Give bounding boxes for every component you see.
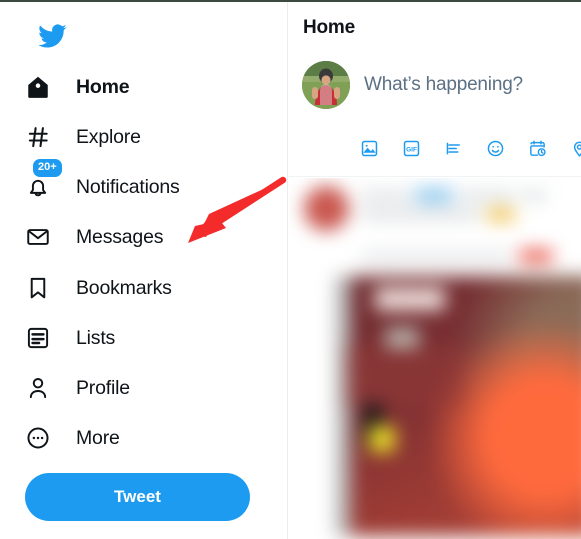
sidebar-item-label: Explore: [76, 125, 141, 148]
gif-icon[interactable]: GIF: [401, 138, 421, 158]
tweet-text-input[interactable]: What’s happening?: [364, 74, 523, 96]
location-icon[interactable]: [569, 138, 581, 158]
twitter-app-window: Home Explore 20+ Notifications Messages …: [0, 0, 581, 539]
list-icon: [22, 322, 54, 354]
sidebar-item-more[interactable]: More: [22, 416, 120, 460]
notifications-badge: 20+: [31, 157, 64, 179]
sidebar-item-profile[interactable]: Profile: [22, 366, 130, 410]
sidebar-item-label: Profile: [76, 376, 130, 399]
image-icon[interactable]: [359, 138, 379, 158]
sidebar-item-label: Lists: [76, 326, 116, 349]
sidebar-item-lists[interactable]: Lists: [22, 316, 115, 360]
twitter-bird-icon: [37, 21, 67, 51]
tweet-media-shape: [345, 346, 465, 406]
twitter-logo-button[interactable]: [26, 10, 78, 62]
hashtag-icon: [22, 121, 54, 153]
page-title: Home: [303, 17, 355, 38]
envelope-icon: [22, 221, 54, 253]
poll-icon[interactable]: [443, 138, 463, 158]
emoji-icon[interactable]: [485, 138, 505, 158]
tweet-media-shape: [375, 288, 445, 310]
tweet-text-placeholder: [361, 190, 411, 201]
sidebar-item-label: Notifications: [76, 175, 180, 198]
tweet-media-shape: [385, 328, 419, 348]
schedule-icon[interactable]: [527, 138, 547, 158]
tweet-media-shape: [369, 426, 395, 452]
sidebar-item-bookmarks[interactable]: Bookmarks: [22, 266, 172, 310]
tweet-author-avatar: [304, 186, 349, 231]
person-icon: [22, 372, 54, 404]
sidebar-item-notifications[interactable]: 20+ Notifications: [22, 157, 180, 209]
tweet-composer: What’s happening?: [289, 52, 581, 177]
tweet-feed-blurred[interactable]: [289, 178, 581, 539]
sidebar-item-label: More: [76, 426, 120, 449]
composer-toolbar: GIF: [359, 138, 581, 158]
blurred-tweet-content: [289, 178, 581, 539]
sidebar-item-messages[interactable]: Messages: [22, 215, 163, 259]
tweet-button[interactable]: Tweet: [25, 473, 250, 521]
svg-text:GIF: GIF: [406, 146, 417, 153]
tweet-media-image: [335, 276, 581, 536]
tweet-text-placeholder: [519, 250, 553, 262]
sidebar-item-label: Home: [76, 75, 130, 98]
sidebar-item-label: Messages: [76, 225, 164, 248]
avatar[interactable]: [302, 61, 350, 109]
sidebar-item-label: Bookmarks: [76, 276, 172, 299]
tweet-text-placeholder: [459, 190, 515, 201]
tweet-text-placeholder: [487, 208, 515, 221]
bookmark-icon: [22, 272, 54, 304]
more-circle-icon: [22, 422, 54, 454]
tweet-text-placeholder: [521, 190, 547, 201]
sidebar-item-explore[interactable]: Explore: [22, 115, 141, 159]
main-column: Home What’s happening? GIF: [289, 2, 581, 539]
tweet-text-placeholder: [361, 208, 481, 220]
sidebar-item-home[interactable]: Home: [22, 65, 130, 109]
tweet-text-placeholder: [415, 188, 453, 203]
bell-icon: 20+: [22, 157, 64, 203]
tweet-media-edge: [335, 276, 351, 536]
primary-sidebar: Home Explore 20+ Notifications Messages …: [0, 2, 288, 539]
tweet-text-placeholder: [361, 252, 511, 261]
home-icon: [22, 71, 54, 103]
